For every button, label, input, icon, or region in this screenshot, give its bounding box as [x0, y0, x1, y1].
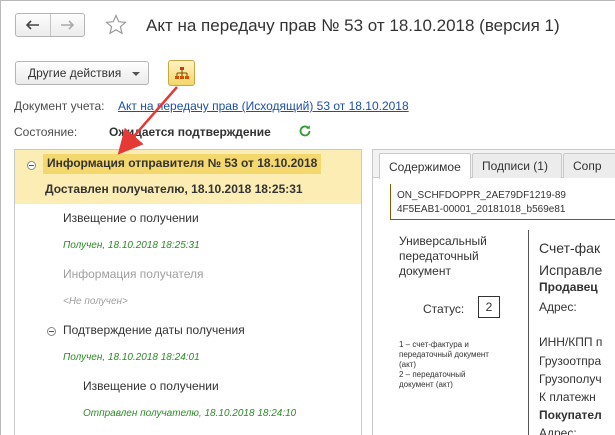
collapse-icon[interactable] [47, 327, 56, 336]
status-notes: 1 – счет-фактура и передаточный документ… [399, 340, 489, 390]
status-note: передаточный документ [399, 350, 489, 359]
status-note: 2 – передаточный [399, 370, 466, 379]
tree-item-status: <Не получен> [63, 296, 128, 307]
title-bar: Акт на передачу прав № 53 от 18.10.2018 … [1, 1, 615, 53]
invoice-field: Адрес: [539, 300, 577, 314]
chevron-down-icon [132, 72, 140, 76]
tab-signatures[interactable]: Подписи (1) [472, 153, 562, 178]
invoice-field: Адрес: [539, 426, 577, 435]
tree-item-label[interactable]: Подтверждение даты получения [63, 323, 245, 337]
filename-border [390, 219, 615, 220]
file-name: ON_SCHFDOPPR_2AE79DF1219-89 4F5EAB1-0000… [397, 189, 566, 217]
account-doc-link[interactable]: Акт на передачу прав (Исходящий) 53 от 1… [118, 99, 409, 113]
collapse-icon[interactable] [27, 161, 36, 170]
doc-type-line: Универсальный [399, 234, 487, 248]
doc-type-line: документ [399, 264, 451, 278]
other-actions-label: Другие действия [28, 66, 122, 80]
invoice-field: Грузополуч [539, 372, 602, 386]
page-title: Акт на передачу прав № 53 от 18.10.2018 … [146, 16, 560, 35]
annotation-arrow-line [117, 86, 178, 155]
invoice-field: Исправле [539, 262, 603, 278]
tree-item-label[interactable]: Извещение о получении [63, 211, 199, 225]
back-button[interactable] [16, 14, 50, 36]
tab-content[interactable]: Содержимое [379, 153, 471, 179]
document-window: Акт на передачу прав № 53 от 18.10.2018 … [0, 0, 615, 435]
invoice-field: Продавец [539, 280, 598, 294]
account-doc-label: Документ учета: [14, 99, 105, 113]
tree-root-subtitle: Доставлен получателю, 18.10.2018 18:25:3… [45, 182, 303, 196]
invoice-field: Счет-фак [539, 240, 601, 256]
document-preview-panel: Содержимое Подписи (1) Сопр ON_SCHFDOPPR… [372, 149, 615, 435]
invoice-field: К платежн [539, 390, 596, 404]
doc-status-label: Статус: [423, 302, 465, 316]
exchange-tree[interactable]: Информация отправителя № 53 от 18.10.201… [14, 149, 362, 435]
status-note: документ (акт) [399, 380, 453, 389]
navigation-buttons [15, 13, 85, 37]
tree-item-status: Отправлен получателю, 18.10.2018 18:24:1… [83, 408, 297, 419]
state-value: Ожидается подтверждение [109, 125, 271, 139]
file-name-line: ON_SCHFDOPPR_2AE79DF1219-89 [397, 190, 566, 201]
arrow-left-icon [25, 20, 39, 30]
favorite-star-icon[interactable] [104, 13, 128, 37]
invoice-field: ИНН/КПП п [539, 335, 603, 349]
document-structure-button[interactable] [168, 60, 195, 86]
doc-divider [528, 230, 529, 435]
state-label: Состояние: [14, 125, 78, 139]
filename-border [390, 184, 391, 220]
tree-item-label[interactable]: Извещение о получении [83, 379, 219, 393]
tree-root-title[interactable]: Информация отправителя № 53 от 18.10.201… [43, 154, 322, 174]
tab-label: Содержимое [389, 159, 461, 174]
arrow-right-icon [61, 20, 75, 30]
file-name-line: 4F5EAB1-00001_20181018_b569e81 [397, 204, 566, 215]
forward-button[interactable] [49, 14, 84, 36]
status-note: 1 – счет-фактура и [399, 340, 469, 349]
tab-accompanying[interactable]: Сопр [563, 153, 615, 178]
refresh-icon[interactable] [298, 124, 312, 138]
doc-status-value: 2 [478, 296, 500, 318]
status-note: (акт) [399, 360, 417, 369]
doc-type: Универсальный передаточный документ [399, 234, 487, 279]
tree-item-status: Получен, 18.10.2018 18:25:31 [63, 240, 200, 251]
invoice-field: Покупател [539, 408, 602, 422]
tree-item-status: Получен, 18.10.2018 18:24:01 [63, 352, 200, 363]
hierarchy-icon [174, 67, 189, 79]
doc-type-line: передаточный [399, 249, 479, 263]
tab-label: Сопр [573, 159, 602, 173]
invoice-field: Грузоотпра [539, 354, 602, 368]
other-actions-button[interactable]: Другие действия [15, 61, 149, 85]
tree-item-label[interactable]: Информация получателя [63, 267, 204, 281]
tab-label: Подписи (1) [482, 159, 548, 173]
tab-bar: Содержимое Подписи (1) Сопр [373, 150, 615, 179]
